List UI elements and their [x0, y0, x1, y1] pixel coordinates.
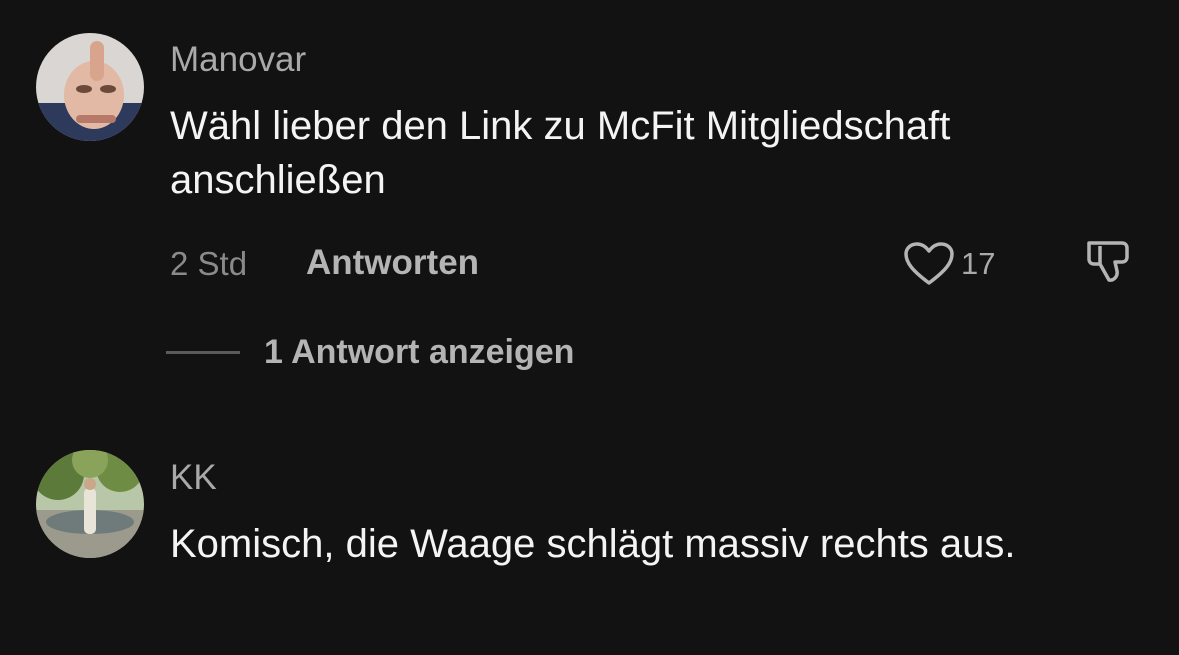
comment-text: Wähl lieber den Link zu McFit Mitgliedsc… — [170, 104, 951, 202]
heart-icon — [904, 242, 954, 285]
avatar[interactable] — [36, 450, 144, 558]
dislike-button[interactable] — [1084, 238, 1132, 291]
reply-button[interactable]: Antworten — [306, 243, 479, 283]
timestamp: 2 Std — [170, 245, 248, 282]
like-count: 17 — [961, 246, 996, 281]
username[interactable]: Manovar — [170, 40, 306, 80]
view-replies-button[interactable]: 1 Antwort anzeigen — [166, 332, 574, 372]
replies-divider-line — [166, 350, 240, 354]
like-button[interactable]: 17 — [903, 241, 995, 287]
comment-text: Komisch, die Waage schlägt massiv rechts… — [170, 522, 1016, 566]
avatar-photo-icon — [36, 33, 144, 141]
comment-item: Manovar Wähl lieber den Link zu McFit Mi… — [0, 0, 1179, 420]
avatar-photo-icon — [36, 450, 144, 558]
thumbs-down-icon — [1087, 241, 1129, 282]
avatar[interactable] — [36, 33, 144, 141]
comment-item: KK Komisch, die Waage schlägt massiv rec… — [0, 420, 1179, 655]
username[interactable]: KK — [170, 458, 217, 498]
view-replies-label: 1 Antwort anzeigen — [264, 333, 575, 371]
